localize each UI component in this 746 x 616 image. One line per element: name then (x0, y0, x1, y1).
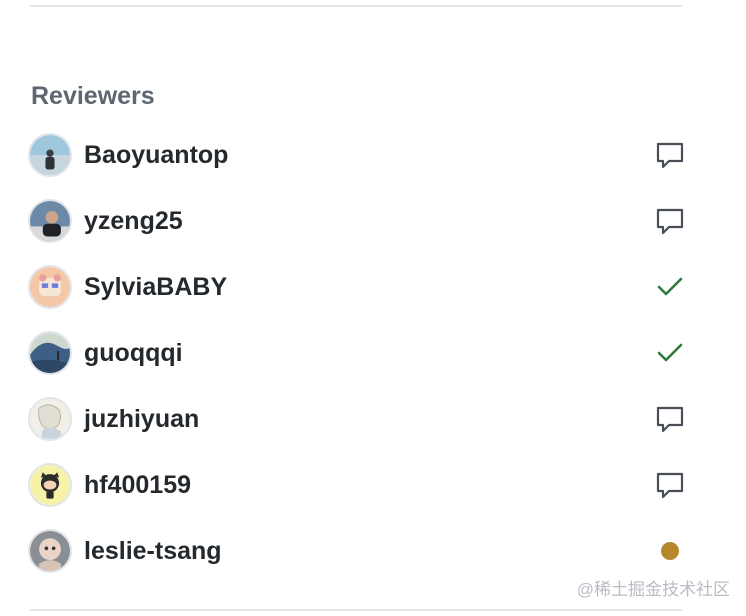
reviewer-login[interactable]: guoqqqi (84, 337, 183, 369)
reviewer-login[interactable]: Baoyuantop (84, 139, 228, 171)
reviewers-heading: Reviewers (31, 82, 155, 110)
reviewer-login[interactable]: hf400159 (84, 469, 191, 501)
reviewer-row-hf400159: hf400159 (28, 452, 692, 518)
reviewer-login[interactable]: leslie-tsang (84, 535, 222, 567)
check-icon[interactable] (652, 335, 688, 371)
check-icon[interactable] (652, 269, 688, 305)
watermark: @稀土掘金技术社区 (576, 580, 730, 599)
comment-icon[interactable] (652, 137, 688, 173)
bottom-divider (30, 609, 682, 611)
comment-icon[interactable] (652, 467, 688, 503)
reviewer-row-yzeng25: yzeng25 (28, 188, 692, 254)
reviewer-row-baoyuantop: Baoyuantop (28, 122, 692, 188)
reviewer-row-sylviababy: SylviaBABY (28, 254, 692, 320)
avatar[interactable] (28, 529, 72, 573)
reviewer-login[interactable]: SylviaBABY (84, 271, 227, 303)
reviewer-row-juzhiyuan: juzhiyuan (28, 386, 692, 452)
reviewer-login[interactable]: juzhiyuan (84, 403, 199, 435)
comment-icon[interactable] (652, 401, 688, 437)
reviewer-row-leslie-tsang: leslie-tsang (28, 518, 692, 584)
reviewers-list: Baoyuantop yzeng25 SylviaBABY guoqqqi ju… (28, 122, 692, 584)
avatar[interactable] (28, 199, 72, 243)
pending-dot-icon[interactable] (652, 533, 688, 569)
avatar[interactable] (28, 397, 72, 441)
avatar[interactable] (28, 463, 72, 507)
avatar[interactable] (28, 331, 72, 375)
top-divider (30, 5, 682, 7)
reviewer-login[interactable]: yzeng25 (84, 205, 183, 237)
comment-icon[interactable] (652, 203, 688, 239)
avatar[interactable] (28, 133, 72, 177)
reviewer-row-guoqqqi: guoqqqi (28, 320, 692, 386)
avatar[interactable] (28, 265, 72, 309)
